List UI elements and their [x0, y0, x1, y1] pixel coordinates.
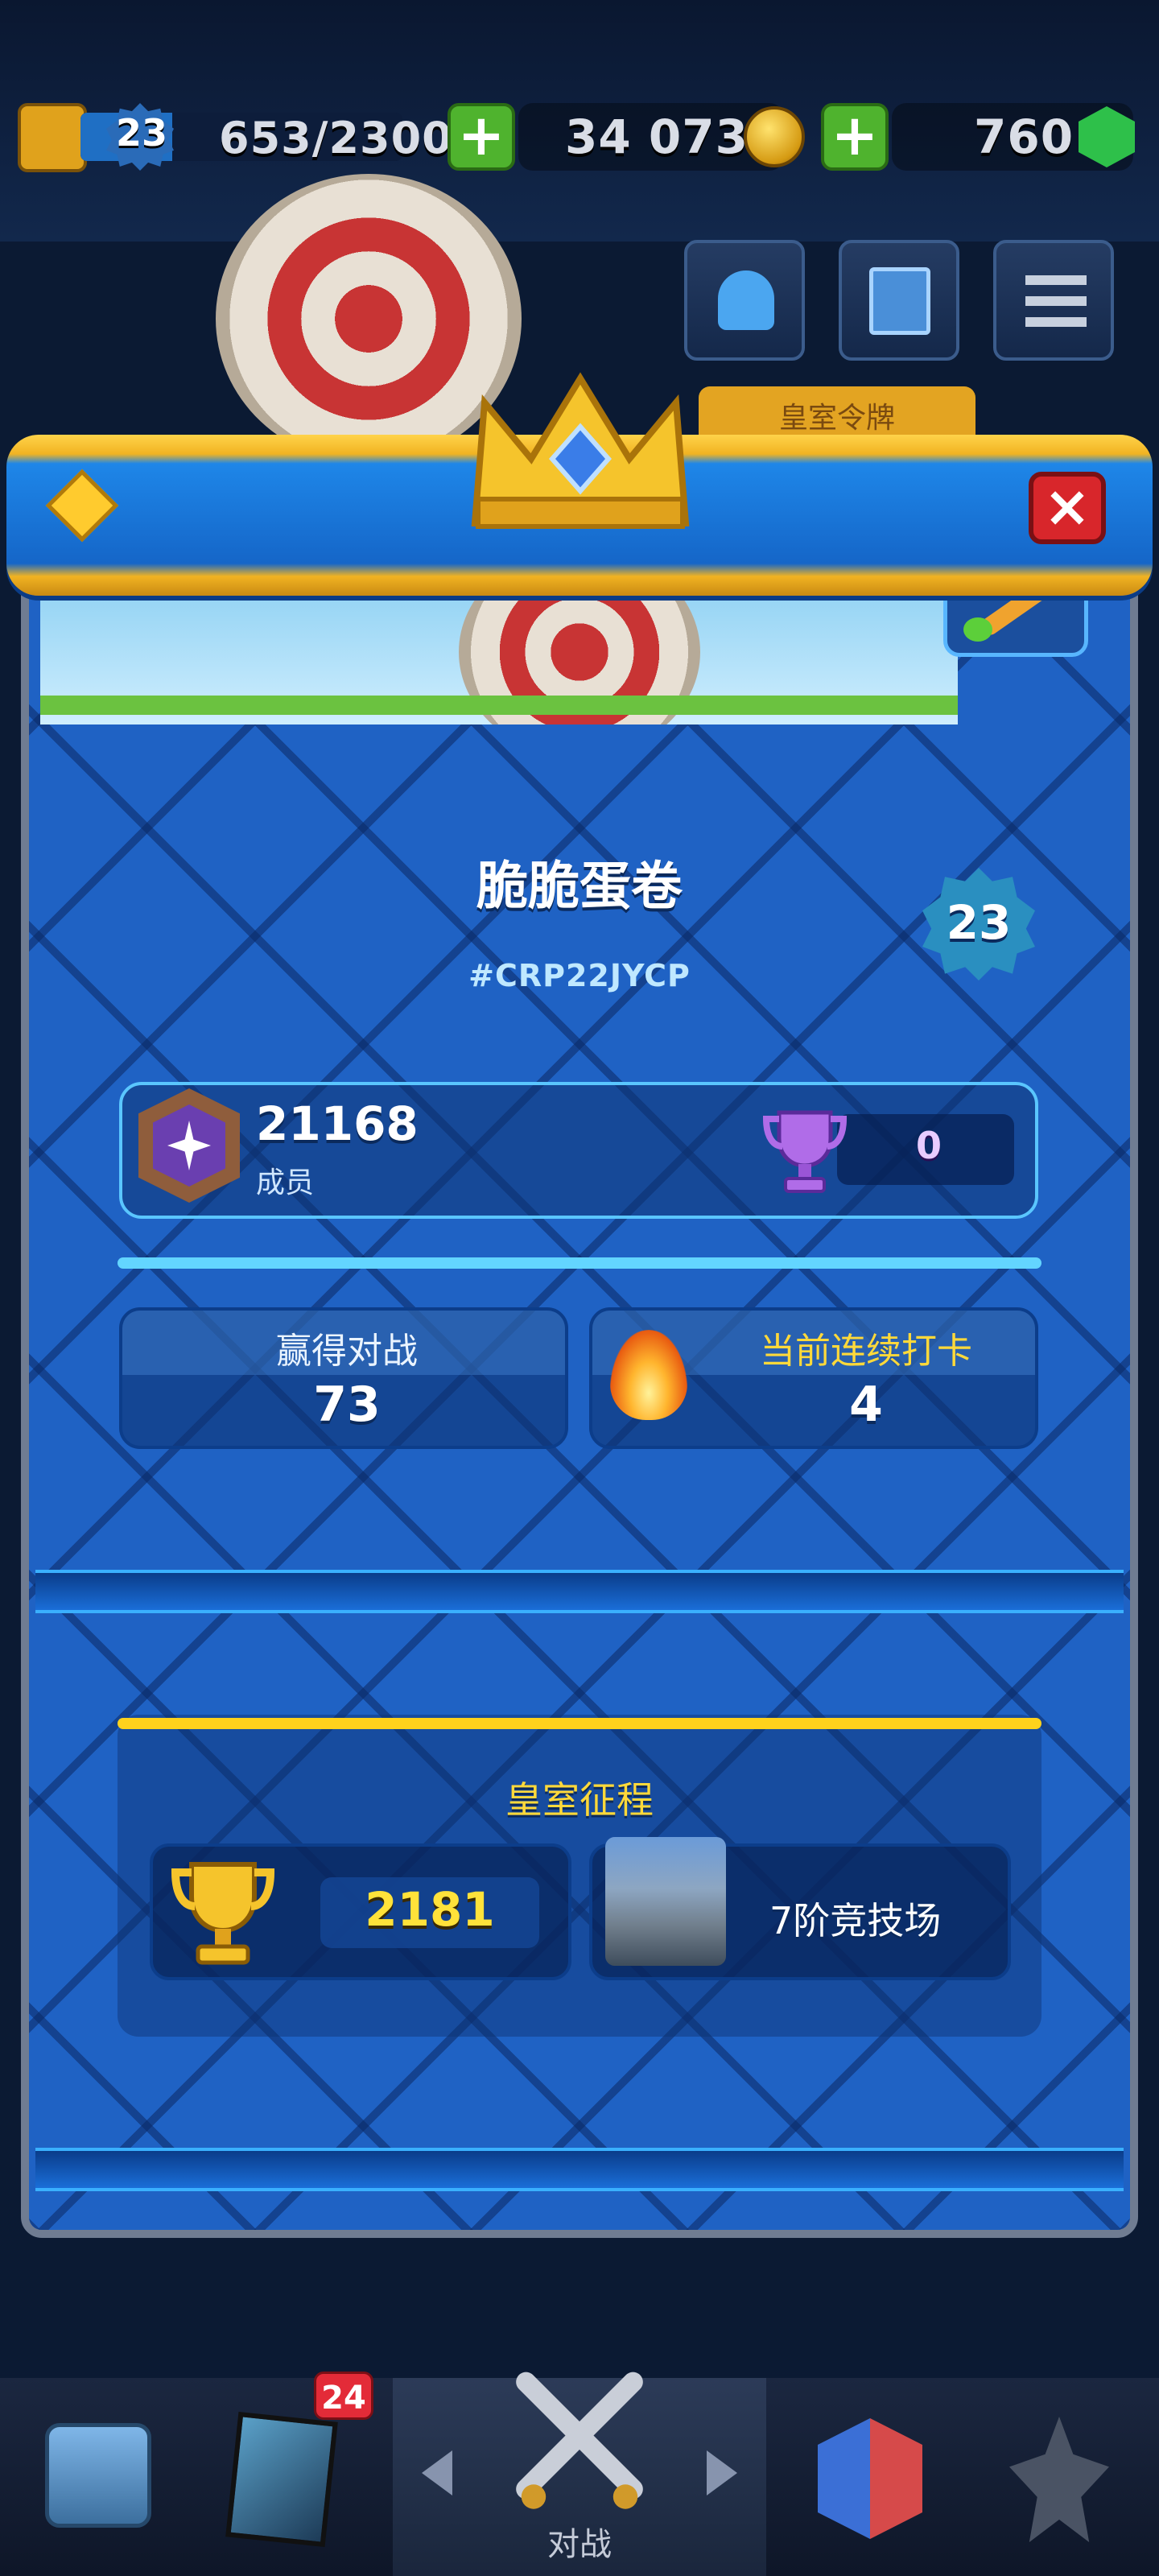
close-icon: ×: [1043, 473, 1091, 539]
clan-role: 成员: [256, 1166, 315, 1199]
chest-icon: [45, 2423, 151, 2528]
wins-box: 赢得对战 73: [119, 1307, 568, 1449]
coin-icon: [744, 106, 805, 167]
cards-icon: [225, 2411, 338, 2548]
wins-label: 赢得对战: [276, 1331, 418, 1372]
tournament-icon: [1009, 2417, 1109, 2542]
nav-events[interactable]: [987, 2399, 1132, 2552]
wins-value: 73: [313, 1377, 381, 1433]
friends-button[interactable]: [684, 240, 805, 361]
gems-amount: 760: [974, 109, 1074, 164]
arena-icon: [605, 1837, 726, 1966]
battle-label: 对战: [547, 2526, 612, 2563]
section-band: [35, 1570, 1124, 1613]
player-tag[interactable]: #CRP22JYCP: [338, 958, 821, 993]
swords-icon: [516, 2372, 643, 2509]
nav-clan[interactable]: [797, 2399, 942, 2552]
streak-value: 4: [849, 1377, 883, 1433]
menu-button[interactable]: [993, 240, 1114, 361]
gold-amount: 34 073: [565, 109, 749, 164]
friends-icon: [718, 270, 774, 330]
arena-name: 7阶竞技场: [769, 1899, 942, 1942]
close-button[interactable]: ×: [1029, 472, 1106, 544]
section-band-bottom: [35, 2148, 1124, 2191]
clan-wars-icon: [818, 2418, 922, 2539]
player-level-number: 23: [946, 895, 1012, 950]
section-divider: [118, 1257, 1041, 1269]
cards-badge: 24: [314, 2372, 373, 2420]
news-button[interactable]: [839, 240, 959, 361]
buy-gold-button[interactable]: +: [448, 103, 515, 171]
menu-icon: [1025, 275, 1087, 327]
clan-number: 21168: [256, 1096, 419, 1151]
royal-road-trophies: 2181: [365, 1882, 495, 1937]
king-tower-icon[interactable]: [18, 103, 87, 172]
gold-divider: [118, 1718, 1041, 1729]
trophy-count: 0: [915, 1124, 942, 1167]
buy-gems-button[interactable]: +: [821, 103, 889, 171]
banner-border: [40, 696, 958, 715]
nav-shop[interactable]: [26, 2399, 171, 2552]
streak-label: 当前连续打卡: [760, 1331, 972, 1372]
nav-right-arrow[interactable]: [707, 2450, 737, 2496]
nav-left-arrow[interactable]: [422, 2450, 452, 2496]
player-level: 23: [116, 111, 168, 155]
player-name: 脆脆蛋卷: [476, 857, 683, 917]
purple-trophy-icon: [763, 1110, 847, 1193]
crown-icon: [471, 372, 690, 529]
xp-text: 653/2300: [219, 113, 453, 163]
brush-tip: [963, 617, 992, 642]
news-icon: [869, 267, 930, 335]
gold-trophy-icon: [171, 1862, 275, 1965]
royal-road-title: 皇室征程: [505, 1778, 654, 1822]
